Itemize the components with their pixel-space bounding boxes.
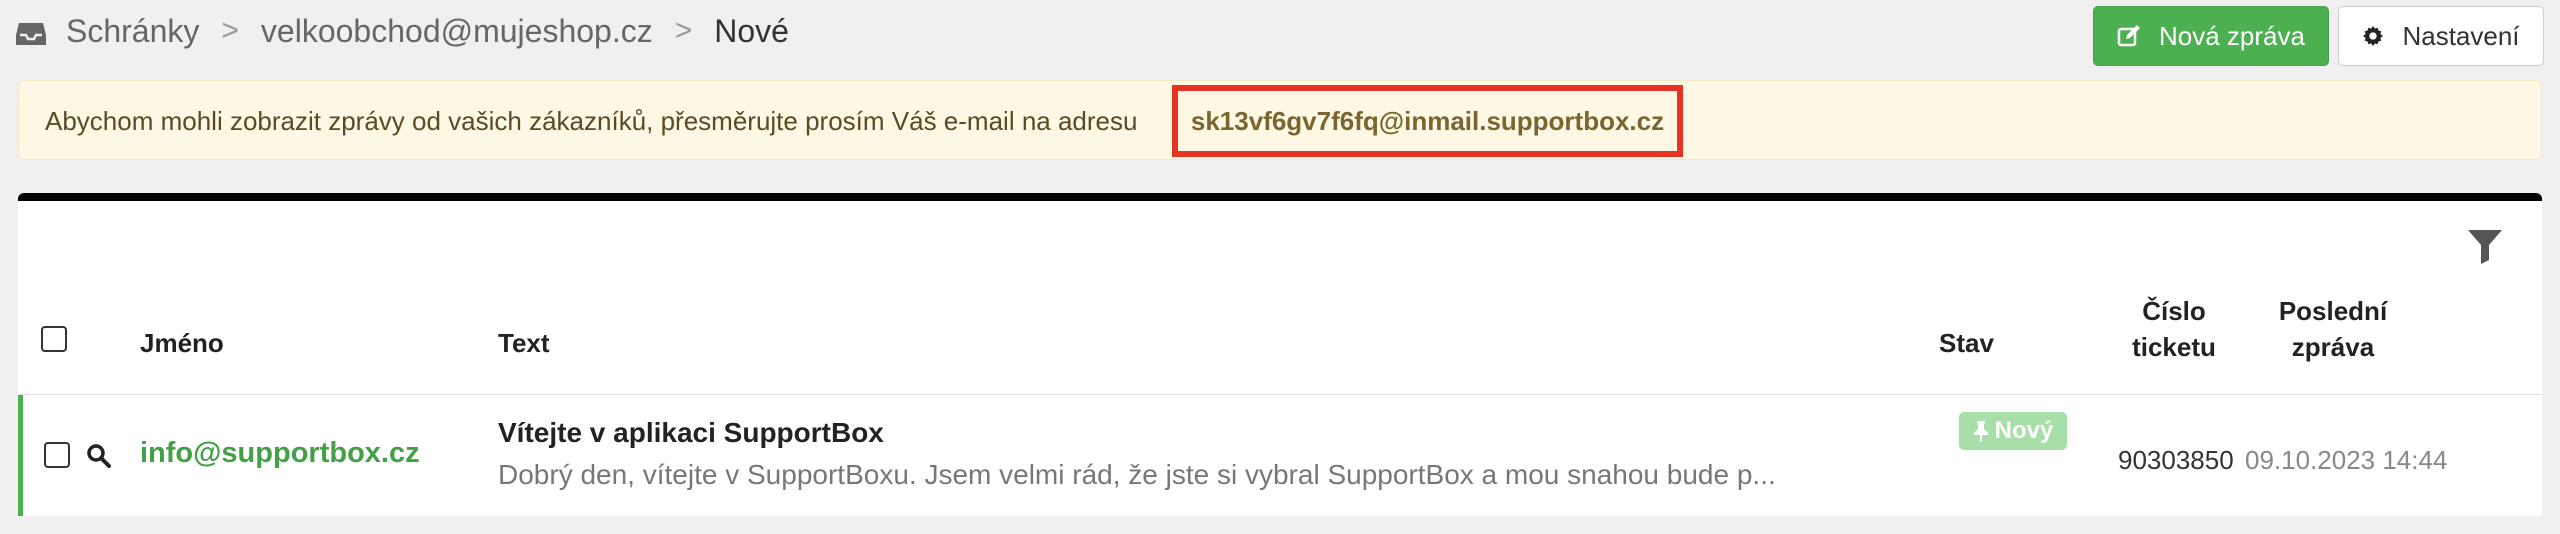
breadcrumb-current: Nové (714, 12, 789, 49)
settings-label: Nastavení (2402, 20, 2520, 51)
breadcrumb: Schránky > velkoobchod@mujeshop.cz > Nov… (16, 6, 789, 56)
breadcrumb-separator: > (674, 14, 693, 47)
forwarding-email: sk13vf6gv7f6fq@inmail.supportbox.cz (1172, 85, 1683, 157)
breadcrumb-mailboxes[interactable]: Schránky (66, 13, 199, 50)
alert-text: Abychom mohli zobrazit zprávy od vašich … (45, 105, 1138, 136)
breadcrumb-mailbox[interactable]: velkoobchod@mujeshop.cz (261, 13, 653, 50)
message-subject[interactable]: Vítejte v aplikaci SupportBox (498, 417, 884, 449)
select-all-checkbox[interactable] (41, 326, 67, 352)
column-header-ticket-line1: Číslo (2142, 296, 2206, 326)
pin-icon (1973, 421, 1988, 442)
sender-email[interactable]: info@supportbox.cz (140, 437, 420, 470)
forwarding-alert: Abychom mohli zobrazit zprávy od vašich … (18, 80, 2542, 160)
settings-button[interactable]: Nastavení (2338, 6, 2544, 66)
filter-icon[interactable] (2466, 227, 2504, 265)
column-header-status[interactable]: Stav (1939, 328, 1994, 359)
column-header-last-line2: zpráva (2291, 332, 2375, 362)
column-header-ticket-line2: ticketu (2132, 332, 2216, 362)
status-badge: Nový (1959, 412, 2067, 450)
gear-icon (2363, 25, 2384, 47)
header: Schránky > velkoobchod@mujeshop.cz > Nov… (0, 0, 2560, 70)
new-message-button[interactable]: Nová zpráva (2093, 6, 2329, 66)
column-header-last-message[interactable]: Poslední zpráva (2263, 293, 2403, 365)
column-header-name[interactable]: Jméno (140, 328, 224, 359)
table-row[interactable]: info@supportbox.cz Vítejte v aplikaci Su… (18, 395, 2542, 516)
ticket-number: 90303850 (2118, 445, 2234, 475)
breadcrumb-separator: > (221, 14, 239, 47)
column-header-ticket[interactable]: Číslo ticketu (2108, 293, 2240, 365)
column-header-last-line1: Poslední (2278, 296, 2388, 326)
column-header-text[interactable]: Text (498, 328, 550, 359)
edit-icon (2117, 25, 2141, 47)
search-icon[interactable] (86, 443, 112, 469)
tickets-panel: Jméno Text Stav Číslo ticketu Poslední z… (18, 193, 2542, 516)
new-message-label: Nová zpráva (2159, 20, 2305, 51)
status-badge-label: Nový (1994, 417, 2054, 444)
last-message-date: 09.10.2023 14:44 (2245, 445, 2448, 475)
unread-accent-bar (18, 395, 23, 516)
inbox-icon (16, 18, 46, 45)
message-preview: Dobrý den, vítejte v SupportBoxu. Jsem v… (498, 459, 1776, 490)
row-checkbox[interactable] (44, 442, 70, 468)
